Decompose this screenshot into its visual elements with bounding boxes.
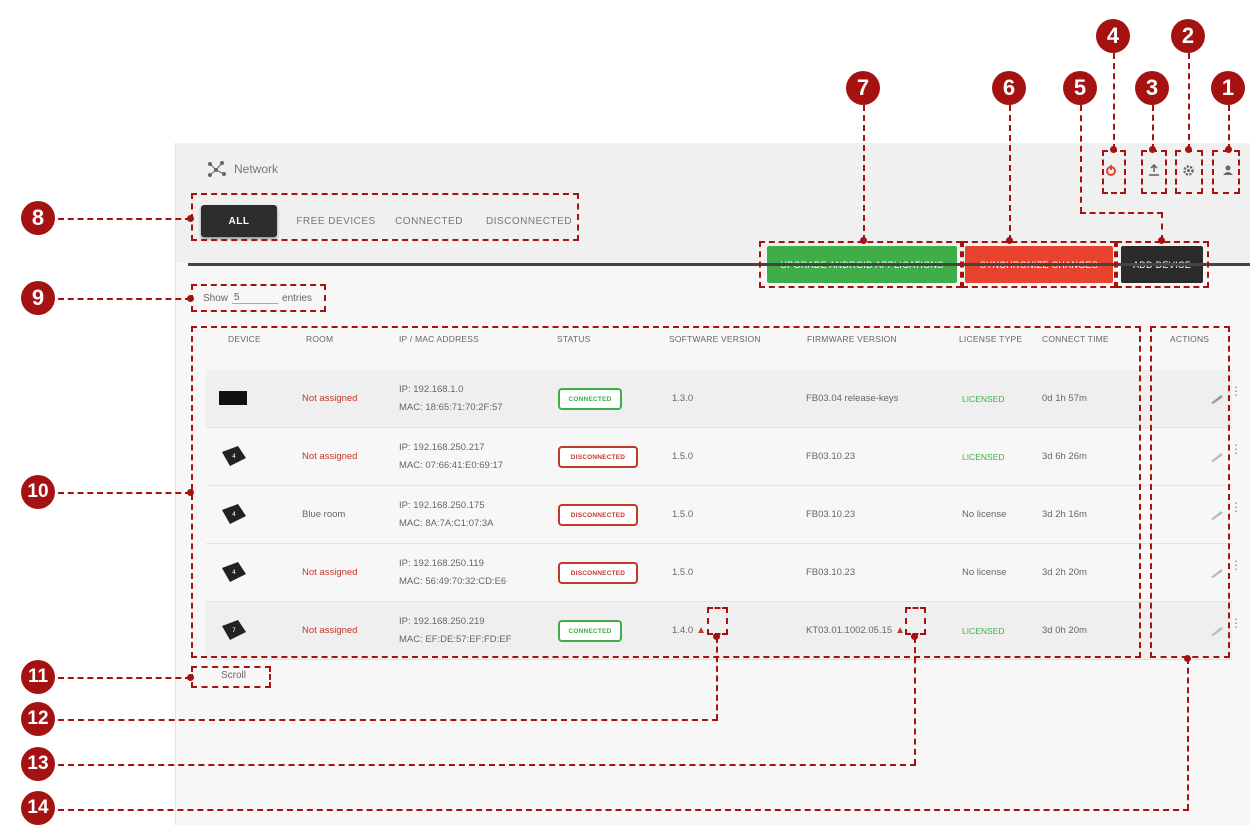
leader-line-5-a	[1080, 105, 1082, 213]
marker-3: 3	[1135, 71, 1169, 105]
more-options-icon[interactable]: ⋮	[1230, 617, 1242, 629]
annotation-box-9	[191, 284, 326, 312]
screenshot-stage: Network ALL FREE DEVICES CONNECTED DISCO…	[0, 0, 1250, 825]
network-icon	[208, 161, 226, 177]
leader-line-12-h	[58, 719, 718, 721]
more-options-icon[interactable]: ⋮	[1230, 443, 1242, 455]
annotation-box-12	[707, 607, 728, 635]
leader-line-14-v	[1187, 658, 1189, 810]
leader-dot-13	[911, 633, 918, 640]
leader-line-2	[1188, 53, 1190, 150]
annotation-box-14	[1150, 326, 1230, 658]
leader-line-6	[1009, 105, 1011, 241]
leader-dot-8	[187, 215, 194, 222]
marker-11: 11	[21, 660, 55, 694]
marker-4: 4	[1096, 19, 1130, 53]
leader-dot-3	[1149, 146, 1156, 153]
annotation-box-7	[759, 241, 962, 288]
leader-line-13-v	[914, 637, 916, 765]
leader-dot-7	[860, 237, 867, 244]
leader-line-13-h	[58, 764, 916, 766]
leader-dot-6	[1006, 237, 1013, 244]
marker-1: 1	[1211, 71, 1245, 105]
more-options-icon[interactable]: ⋮	[1230, 559, 1242, 571]
marker-6: 6	[992, 71, 1026, 105]
annotation-box-13	[905, 607, 926, 635]
leader-line-8	[58, 218, 191, 220]
leader-line-12-v	[716, 637, 718, 720]
marker-9: 9	[21, 281, 55, 315]
leader-line-14-h	[58, 809, 1189, 811]
leader-dot-12	[713, 633, 720, 640]
leader-line-1	[1228, 105, 1230, 150]
leader-dot-5	[1158, 237, 1165, 244]
leader-dot-14	[1184, 655, 1191, 662]
leader-dot-2	[1185, 146, 1192, 153]
annotation-box-1	[1212, 150, 1240, 194]
annotation-box-10	[191, 326, 1141, 658]
leader-line-7	[863, 105, 865, 241]
marker-2: 2	[1171, 19, 1205, 53]
marker-7: 7	[846, 71, 880, 105]
leader-dot-11	[187, 674, 194, 681]
more-options-icon[interactable]: ⋮	[1230, 501, 1242, 513]
marker-8: 8	[21, 201, 55, 235]
annotation-box-3	[1141, 150, 1167, 194]
app-title-text: Network	[234, 162, 279, 176]
annotation-box-6	[962, 241, 1116, 288]
leader-line-11	[58, 677, 191, 679]
leader-line-9	[58, 298, 191, 300]
leader-dot-4	[1110, 146, 1117, 153]
marker-10: 10	[21, 475, 55, 509]
leader-line-10	[58, 492, 191, 494]
marker-5: 5	[1063, 71, 1097, 105]
leader-dot-1	[1225, 146, 1232, 153]
leader-line-3	[1152, 105, 1154, 150]
annotation-box-2	[1175, 150, 1203, 194]
annotation-box-8	[191, 193, 579, 241]
app-title: Network	[206, 160, 278, 178]
more-options-icon[interactable]: ⋮	[1230, 385, 1242, 397]
marker-12: 12	[21, 702, 55, 736]
leader-line-4	[1113, 53, 1115, 150]
leader-dot-9	[187, 295, 194, 302]
annotation-box-4	[1102, 150, 1126, 194]
annotation-box-5	[1116, 241, 1209, 288]
marker-14: 14	[21, 791, 55, 825]
leader-dot-10	[187, 489, 194, 496]
leader-line-5-b	[1080, 212, 1163, 214]
marker-13: 13	[21, 747, 55, 781]
annotation-box-11	[191, 666, 271, 688]
